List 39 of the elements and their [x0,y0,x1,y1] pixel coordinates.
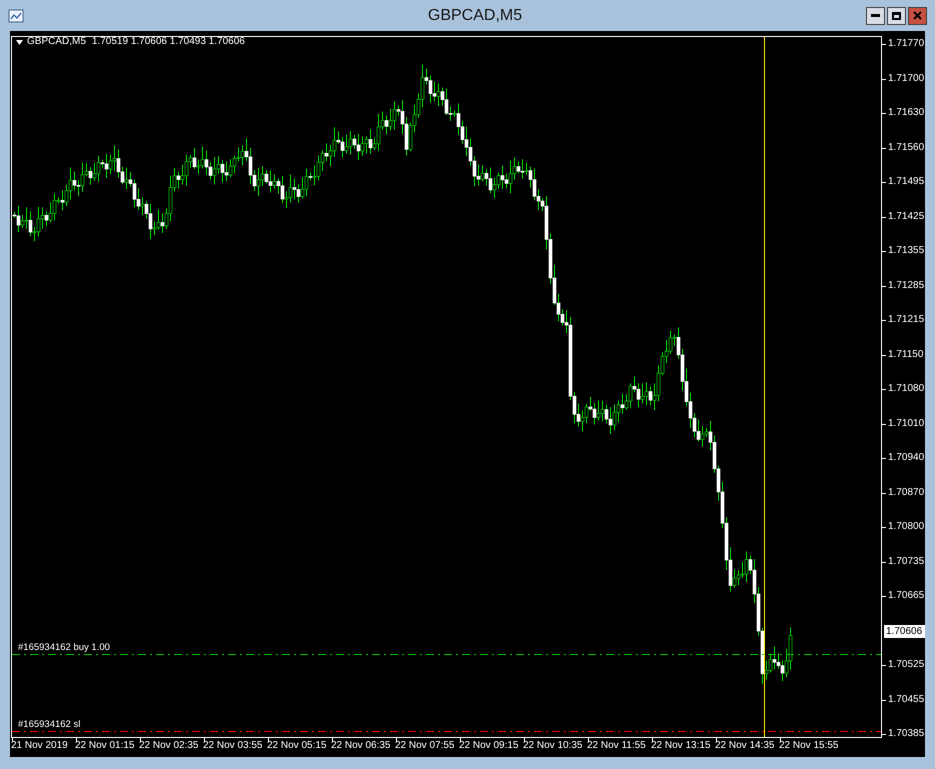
price-label: 1.71150 [888,348,924,360]
price-label: 1.70525 [888,659,924,671]
price-label: 1.71770 [888,38,924,50]
time-label: 22 Nov 14:35 [715,740,774,752]
price-label: 1.70940 [888,452,924,464]
current-price-label: 1.70606 [884,624,925,638]
time-label: 22 Nov 05:15 [267,740,326,752]
time-label: 22 Nov 02:35 [139,740,198,752]
time-label: 22 Nov 15:55 [779,740,838,752]
time-label: 22 Nov 03:55 [203,740,262,752]
order-label: #165934162 sl [18,719,80,730]
price-label: 1.70385 [888,728,924,740]
price-label: 1.71700 [888,72,924,84]
time-label: 22 Nov 07:55 [395,740,454,752]
price-label: 1.71495 [888,176,924,188]
time-label: 22 Nov 06:35 [331,740,390,752]
ohlc-values: 1.70519 1.70606 1.70493 1.70606 [92,36,245,48]
time-label: 22 Nov 10:35 [523,740,582,752]
chart-symbol: GBPCAD,M5 [27,36,86,48]
time-label: 22 Nov 13:15 [651,740,710,752]
price-label: 1.71630 [888,107,924,119]
time-label: 22 Nov 01:15 [75,740,134,752]
price-label: 1.71355 [888,245,924,257]
price-label: 1.70800 [888,521,924,533]
time-label: 22 Nov 09:15 [459,740,518,752]
window-title: GBPCAD,M5 [426,6,524,26]
price-label: 1.71560 [888,142,924,154]
price-label: 1.71425 [888,210,924,222]
price-label: 1.71285 [888,280,924,292]
time-label: 21 Nov 2019 [11,740,68,752]
price-label: 1.70665 [888,590,924,602]
price-label: 1.70735 [888,556,924,568]
time-label: 22 Nov 11:55 [587,740,646,752]
price-label: 1.70455 [888,694,924,706]
price-label: 1.71080 [888,383,924,395]
price-label: 1.71010 [888,418,924,430]
price-label: 1.70870 [888,486,924,498]
price-label: 1.71215 [888,314,924,326]
order-label: #165934162 buy 1.00 [18,642,110,653]
